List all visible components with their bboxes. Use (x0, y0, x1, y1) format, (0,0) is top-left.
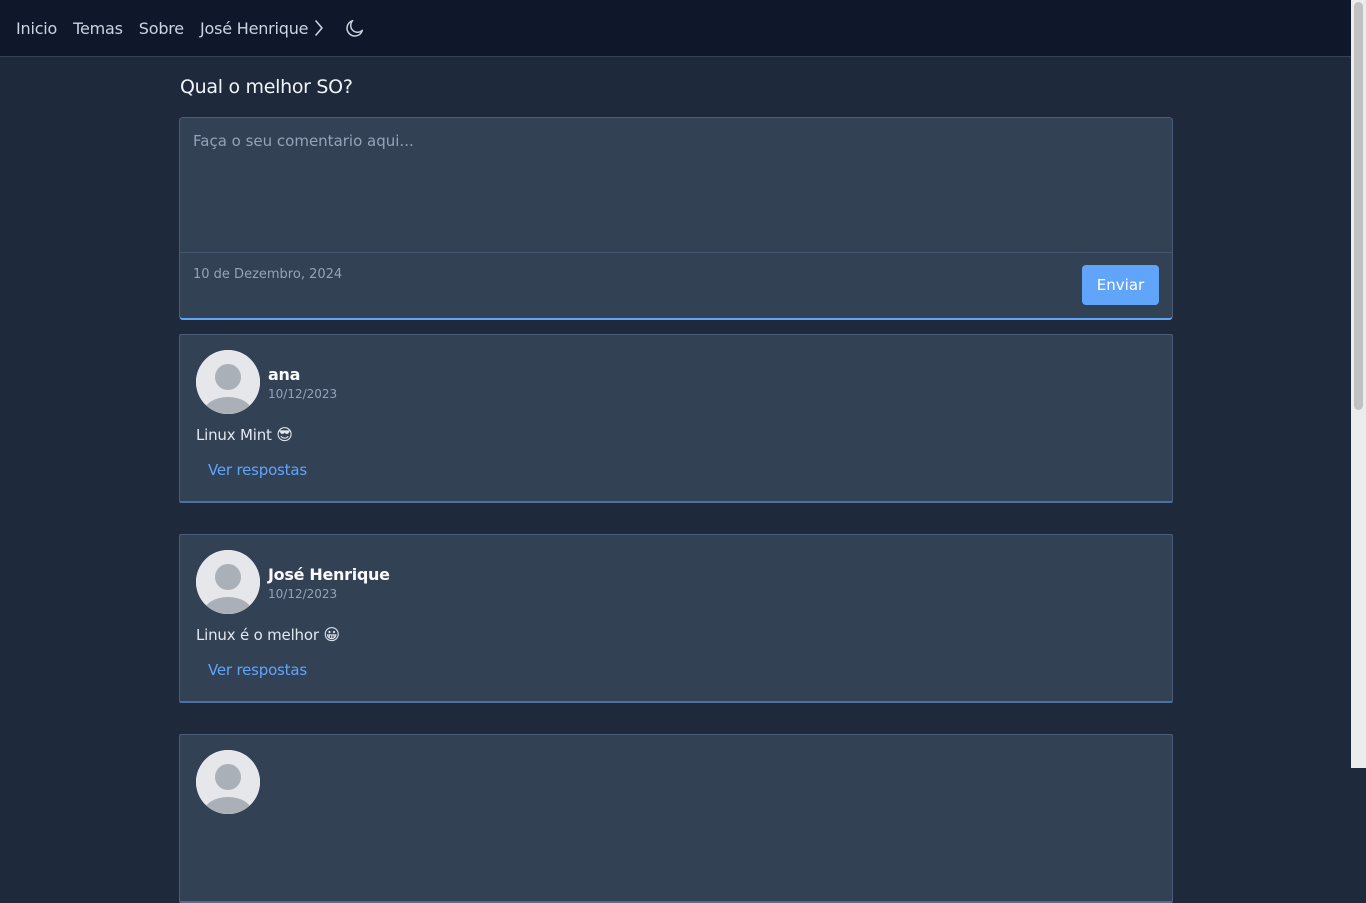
avatar (196, 550, 260, 614)
top-navbar: Inicio Temas Sobre José Henrique (0, 0, 1351, 57)
view-replies-link[interactable]: Ver respostas (208, 661, 307, 679)
comment-body: Linux Mint (196, 426, 272, 444)
topic-title: Qual o melhor SO? (180, 76, 353, 98)
default-user-avatar (196, 750, 260, 814)
comment-date: 10/12/2023 (268, 587, 338, 601)
comment-form: 10 de Dezembro, 2024 Enviar (179, 117, 1173, 320)
comment-author: ana (268, 365, 301, 384)
page-scrollbar[interactable] (1351, 0, 1366, 768)
moon-icon (346, 19, 364, 37)
nav-link-sobre[interactable]: Sobre (139, 19, 184, 38)
chevron-right-icon (315, 20, 324, 36)
comment-card (179, 734, 1173, 903)
default-user-avatar (196, 350, 260, 414)
form-date: 10 de Dezembro, 2024 (193, 267, 343, 282)
scrollbar-thumb[interactable] (1354, 2, 1363, 410)
user-menu[interactable]: José Henrique (200, 19, 324, 38)
default-user-avatar (196, 550, 260, 614)
comment-author: José Henrique (268, 565, 390, 584)
avatar (196, 750, 260, 814)
nav-link-temas[interactable]: Temas (73, 19, 123, 38)
comment-date: 10/12/2023 (268, 387, 338, 401)
theme-toggle-button[interactable] (344, 17, 366, 39)
comment-emoji: 😎 (276, 425, 293, 444)
comment-card: ana 10/12/2023 Linux Mint 😎 Ver resposta… (179, 334, 1173, 503)
avatar (196, 350, 260, 414)
comment-body: Linux é o melhor (196, 626, 319, 644)
comment-text: Linux é o melhor 😀 (196, 625, 340, 644)
comment-card: José Henrique 10/12/2023 Linux é o melho… (179, 534, 1173, 703)
view-replies-link[interactable]: Ver respostas (208, 461, 307, 479)
send-button[interactable]: Enviar (1082, 265, 1159, 305)
user-name: José Henrique (199, 18, 309, 38)
main-content: Qual o melhor SO? 10 de Dezembro, 2024 E… (179, 57, 1173, 903)
comment-input[interactable] (180, 118, 1172, 253)
comment-text: Linux Mint 😎 (196, 425, 293, 444)
comment-emoji: 😀 (323, 625, 340, 644)
nav-link-inicio[interactable]: Inicio (16, 19, 57, 38)
